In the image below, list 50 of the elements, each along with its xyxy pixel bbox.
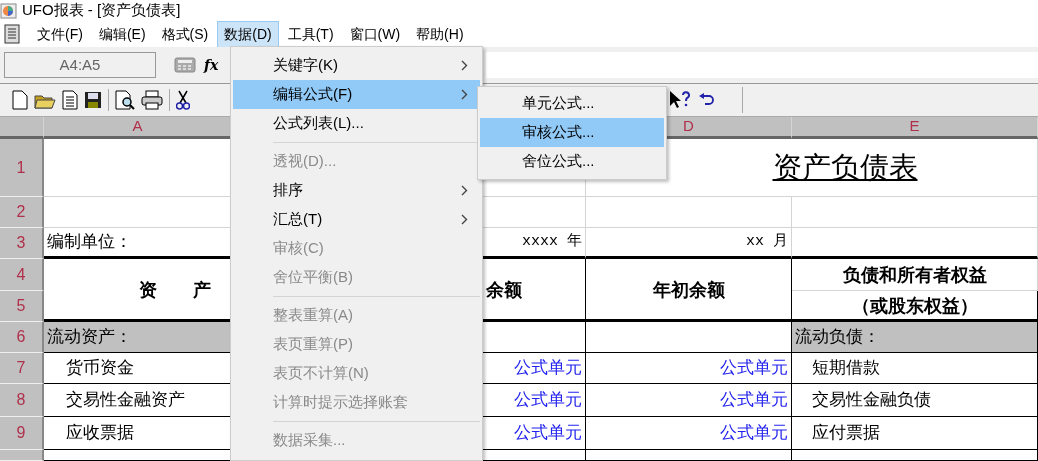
menu-item[interactable]: 汇总(T) <box>233 205 480 234</box>
row-header[interactable]: 4 <box>0 259 44 291</box>
menu-item[interactable]: 文件(F) <box>30 20 90 48</box>
table-cell: 负债和所有者权益 <box>792 259 1038 291</box>
print-preview-icon[interactable] <box>115 90 135 110</box>
menu-item[interactable]: 编辑公式(F) <box>233 80 480 109</box>
row-header[interactable]: 8 <box>0 384 44 417</box>
table-cell: 应付票据 <box>792 417 1038 450</box>
row-header[interactable]: 1 <box>0 139 44 197</box>
formula-button[interactable]: fx <box>204 54 219 76</box>
menu-item[interactable]: 工具(T) <box>280 20 341 48</box>
row-header[interactable]: 2 <box>0 197 44 228</box>
table-cell: 年初余额 <box>586 259 792 322</box>
table-cell: 短期借款 <box>792 353 1038 384</box>
name-box[interactable]: A4:A5 <box>4 52 156 78</box>
table-cell: 流动负债： <box>792 322 1038 353</box>
menu-item[interactable]: 单元公式... <box>480 89 664 118</box>
menu-item[interactable]: 格式(S) <box>154 20 216 48</box>
menu-item[interactable]: 关键字(K) <box>233 51 480 80</box>
header-cell <box>0 117 44 139</box>
menu-item[interactable]: 公式列表(L)... <box>233 109 480 138</box>
row-header[interactable]: 5 <box>0 291 44 322</box>
row-header[interactable]: 3 <box>0 228 44 259</box>
table-cell: 公式单元 <box>586 353 792 384</box>
save-icon[interactable] <box>84 91 102 109</box>
formula-input-field[interactable] <box>486 52 1038 78</box>
table-cell: 公式单元 <box>586 384 792 417</box>
menu-item[interactable]: 审核公式... <box>480 118 664 147</box>
cut-icon[interactable] <box>176 90 190 110</box>
menu-item[interactable]: 编辑(E) <box>91 20 153 48</box>
document-icon[interactable] <box>2 24 22 44</box>
table-cell: xx 月 <box>586 228 792 259</box>
menu-item[interactable]: 帮助(H) <box>409 20 471 48</box>
menu-item[interactable]: 窗口(W) <box>342 20 408 48</box>
row-header[interactable]: 9 <box>0 417 44 450</box>
table-cell: 公式单元 <box>586 417 792 450</box>
help-cursor-icon[interactable] <box>668 90 692 110</box>
printer-icon[interactable] <box>141 90 163 110</box>
header-cell <box>0 450 44 461</box>
column-header[interactable]: A <box>44 117 232 139</box>
column-header[interactable]: E <box>792 117 1038 139</box>
row-header[interactable]: 7 <box>0 353 44 384</box>
table-cell: 流动资产： <box>44 322 232 353</box>
app-icon <box>0 1 18 20</box>
window-title: UFO报表 - [资产负债表] <box>22 0 181 21</box>
document-icon[interactable] <box>62 90 78 110</box>
row-header[interactable]: 6 <box>0 322 44 353</box>
table-cell: 交易性金融负债 <box>792 384 1038 417</box>
new-file-icon[interactable] <box>12 90 28 110</box>
undo-icon[interactable] <box>698 93 716 107</box>
